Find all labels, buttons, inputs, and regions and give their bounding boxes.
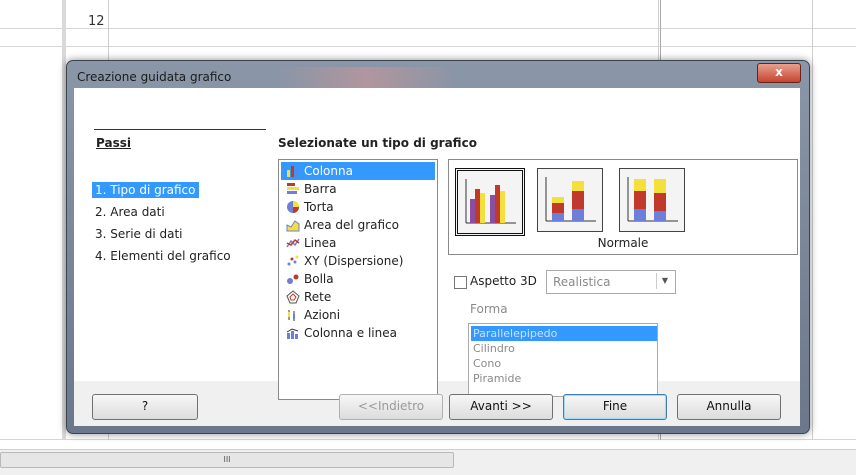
chart-type-label: Barra bbox=[304, 182, 337, 196]
chart-type-item[interactable]: Area del grafico bbox=[281, 216, 435, 234]
area-chart-icon bbox=[286, 219, 300, 231]
forma-item[interactable]: Cono bbox=[471, 356, 657, 371]
finish-button[interactable]: Fine bbox=[563, 394, 667, 420]
stock-chart-icon bbox=[288, 309, 295, 321]
row-number: 12 bbox=[88, 14, 105, 29]
chart-type-label: Torta bbox=[304, 200, 334, 214]
chart-type-item[interactable]: Bolla bbox=[281, 270, 435, 288]
variant-normal[interactable] bbox=[455, 168, 525, 236]
chart-variant-panel: Normale bbox=[448, 159, 798, 255]
chart-type-label: Bolla bbox=[304, 272, 334, 286]
aspetto-3d-checkbox[interactable] bbox=[454, 276, 467, 289]
step-item[interactable]: 1. Tipo di grafico bbox=[92, 182, 199, 198]
chart-type-item[interactable]: Azioni bbox=[281, 306, 435, 324]
scatter-chart-icon bbox=[287, 255, 299, 265]
steps-title: Passi bbox=[96, 136, 131, 150]
scrollbar-thumb[interactable]: III bbox=[0, 452, 454, 468]
forma-item[interactable]: Parallelepipedo bbox=[471, 326, 657, 341]
chart-type-label: Colonna e linea bbox=[304, 326, 397, 340]
stacked-column-variant-icon bbox=[545, 177, 596, 222]
next-button[interactable]: Avanti >> bbox=[449, 394, 553, 420]
chart-type-label: Colonna bbox=[304, 164, 353, 178]
column-line-chart-icon bbox=[286, 327, 299, 339]
combo-value: Realistica bbox=[553, 275, 611, 289]
chart-type-item[interactable]: XY (Dispersione) bbox=[281, 252, 435, 270]
chart-type-label: Azioni bbox=[304, 308, 341, 322]
bubble-chart-icon bbox=[287, 274, 299, 284]
chart-type-label: Linea bbox=[304, 236, 337, 250]
aspetto-3d-label[interactable]: Aspetto 3D bbox=[470, 274, 537, 288]
chart-type-label: XY (Dispersione) bbox=[304, 254, 404, 268]
3d-style-combo[interactable]: Realistica ▼ bbox=[546, 270, 676, 294]
line-chart-icon bbox=[286, 238, 300, 247]
chart-type-section-title: Selezionate un tipo di grafico bbox=[278, 136, 477, 150]
chart-type-list[interactable]: Colonna Barra Torta Area del grafico Lin… bbox=[278, 159, 438, 400]
chart-wizard-dialog: Creazione guidata grafico x Passi 1. Tip… bbox=[66, 60, 810, 434]
chart-type-item[interactable]: Torta bbox=[281, 198, 435, 216]
step-item[interactable]: 3. Serie di dati bbox=[92, 226, 186, 242]
forma-label: Forma bbox=[470, 302, 508, 316]
close-button[interactable]: x bbox=[757, 63, 801, 83]
chevron-down-icon[interactable]: ▼ bbox=[656, 273, 673, 289]
chart-type-item[interactable]: Linea bbox=[281, 234, 435, 252]
bar-chart-icon bbox=[287, 182, 299, 194]
normal-column-variant-icon bbox=[465, 179, 516, 224]
pie-chart-icon bbox=[287, 200, 299, 213]
dialog-title: Creazione guidata grafico bbox=[77, 70, 232, 84]
forma-item[interactable]: Piramide bbox=[471, 371, 657, 386]
grid-line bbox=[0, 439, 856, 440]
column-chart-icon bbox=[287, 165, 298, 177]
grid-line bbox=[0, 46, 856, 47]
chart-type-item[interactable]: Rete bbox=[281, 288, 435, 306]
percent-stacked-column-variant-icon bbox=[627, 177, 678, 222]
dialog-content: Passi 1. Tipo di grafico 2. Area dati 3.… bbox=[74, 88, 800, 400]
chart-type-label: Rete bbox=[304, 290, 332, 304]
back-button[interactable]: <<Indietro bbox=[339, 394, 443, 420]
titlebar-decoration bbox=[277, 67, 457, 89]
chart-type-item[interactable]: Barra bbox=[281, 180, 435, 198]
variant-percent-stacked[interactable] bbox=[619, 168, 685, 232]
cancel-button[interactable]: Annulla bbox=[677, 394, 781, 420]
step-item[interactable]: 2. Area dati bbox=[92, 204, 168, 220]
variant-stacked[interactable] bbox=[537, 168, 603, 232]
grid-line bbox=[812, 0, 813, 440]
chart-type-item[interactable]: Colonna bbox=[281, 162, 435, 180]
dialog-titlebar[interactable]: Creazione guidata grafico x bbox=[67, 61, 809, 91]
steps-divider bbox=[94, 129, 266, 130]
forma-item[interactable]: Cilindro bbox=[471, 341, 657, 356]
help-button[interactable]: ? bbox=[92, 394, 198, 420]
grid-line bbox=[0, 28, 856, 29]
chart-type-item[interactable]: Colonna e linea bbox=[281, 324, 435, 342]
chart-type-label: Area del grafico bbox=[304, 218, 399, 232]
net-chart-icon bbox=[286, 289, 300, 303]
forma-list[interactable]: Parallelepipedo Cilindro Cono Piramide bbox=[468, 323, 658, 397]
step-item[interactable]: 4. Elementi del grafico bbox=[92, 248, 234, 264]
variant-label: Normale bbox=[597, 236, 649, 250]
